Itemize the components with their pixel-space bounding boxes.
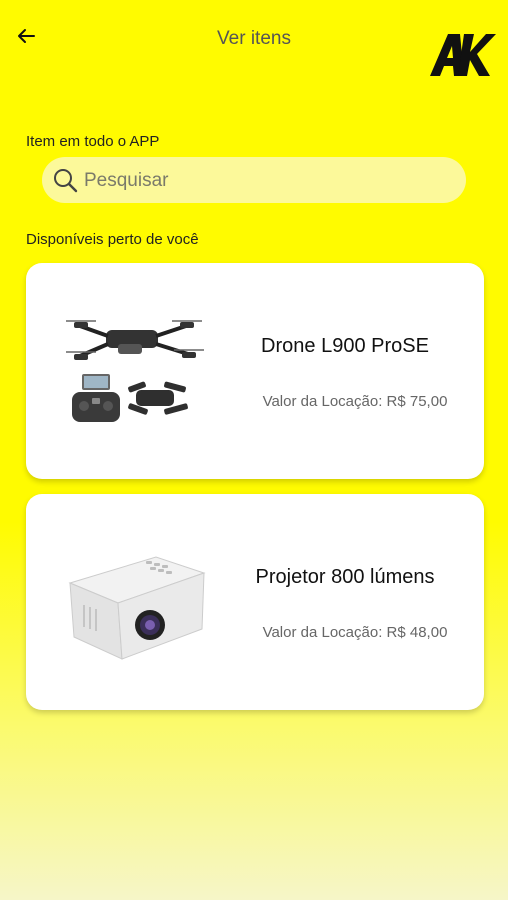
- projector-image: [68, 556, 206, 660]
- search-bar[interactable]: [42, 157, 466, 203]
- item-name: Projetor 800 lúmens: [255, 566, 435, 588]
- search-input[interactable]: [82, 165, 456, 197]
- app-header: Ver itens: [0, 0, 508, 90]
- item-name: Drone L900 ProSE: [261, 335, 429, 357]
- item-card-drone[interactable]: Drone L900 ProSE Valor da Locação: R$ 75…: [26, 263, 484, 479]
- search-section-label: Item em todo o APP: [26, 133, 160, 150]
- item-price: Valor da Locação: R$ 48,00: [262, 624, 448, 641]
- app-logo: [430, 34, 496, 76]
- nearby-section-label: Disponíveis perto de você: [26, 231, 199, 248]
- item-price: Valor da Locação: R$ 75,00: [262, 393, 448, 410]
- search-icon: [54, 169, 78, 193]
- drone-image: [66, 320, 204, 422]
- item-card-projector[interactable]: Projetor 800 lúmens Valor da Locação: R$…: [26, 494, 484, 710]
